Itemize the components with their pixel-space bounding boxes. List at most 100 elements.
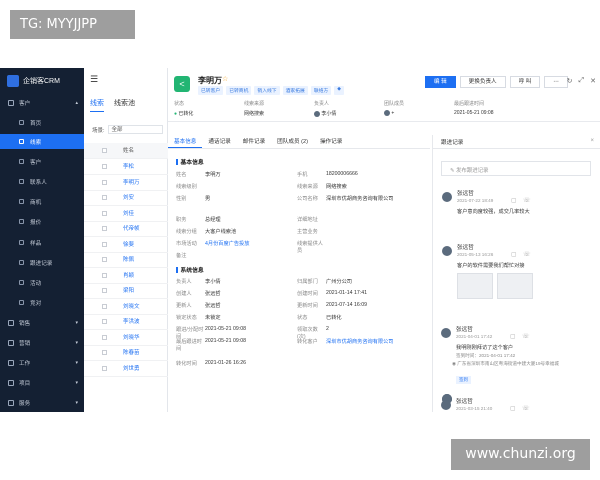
row-checkbox[interactable] — [102, 272, 107, 278]
table-row[interactable]: 陈佩 — [84, 252, 168, 268]
sidebar-item-customers[interactable]: 客户 — [0, 154, 84, 169]
field-row: 备注 — [176, 252, 426, 263]
field-value: 2021-05-21 09:08 — [205, 326, 246, 332]
table-row[interactable]: 刘安 — [84, 190, 168, 206]
row-checkbox[interactable] — [102, 365, 107, 371]
lead-name-link[interactable]: 陈春苗 — [123, 348, 140, 356]
tab-email-log[interactable]: 邮件记录 — [237, 135, 271, 148]
lead-name-link[interactable]: 刘佳 — [123, 209, 134, 217]
lead-name-link[interactable]: 刘世勇 — [123, 364, 140, 372]
phone-icon[interactable]: ☏ — [522, 405, 530, 412]
menu-toggle-icon[interactable]: ☰ — [90, 74, 98, 85]
tab-team-members[interactable]: 团队成员 (2) — [271, 135, 314, 148]
more-button[interactable]: ⋯ — [544, 76, 568, 88]
owner-name[interactable]: 李小倩 — [321, 111, 336, 117]
app-logo[interactable]: 企销客CRM — [7, 74, 82, 88]
phone-icon[interactable]: ☏ — [522, 333, 530, 340]
sidebar-group-sales[interactable]: 销售 ▾ — [0, 316, 84, 329]
sidebar-item-home[interactable]: 首页 — [0, 115, 84, 130]
table-row[interactable]: 刘晓华 — [84, 330, 168, 346]
row-checkbox[interactable] — [102, 334, 107, 340]
row-checkbox[interactable] — [102, 241, 107, 247]
call-button[interactable]: 呼 叫 — [509, 76, 541, 88]
scene-select[interactable]: 全部 — [107, 125, 163, 134]
lead-name-link[interactable]: 陈佩 — [123, 255, 134, 263]
tab-basic-info[interactable]: 基本信息 — [168, 135, 203, 148]
expand-icon[interactable]: ⤢ — [579, 77, 585, 85]
table-row[interactable]: 代帝帧 — [84, 221, 168, 237]
follow-up-input[interactable]: ✎ 发布跟进记录 — [441, 161, 591, 176]
row-checkbox[interactable] — [102, 349, 107, 355]
lead-name-link[interactable]: 刘安 — [123, 193, 134, 201]
row-checkbox[interactable] — [102, 163, 107, 169]
row-checkbox[interactable] — [102, 194, 107, 200]
tab-leads[interactable]: 线索 — [90, 98, 104, 112]
select-all-checkbox[interactable] — [102, 147, 107, 153]
chat-icon[interactable]: ▢ — [511, 197, 517, 204]
sidebar-group-work[interactable]: 工作 ▾ — [0, 356, 84, 369]
chat-icon[interactable]: ▢ — [511, 251, 517, 258]
sidebar-item-activities[interactable]: 活动 — [0, 275, 84, 290]
attachment-thumbnail[interactable] — [457, 273, 493, 299]
tab-operation-log[interactable]: 操作记录 — [314, 135, 348, 148]
close-icon[interactable]: ✕ — [590, 77, 596, 85]
sidebar-group-project[interactable]: 项目 ▾ — [0, 376, 84, 389]
sidebar-group-customer[interactable]: 客户 ▴ — [0, 96, 84, 109]
table-row[interactable]: 肖颖 — [84, 268, 168, 284]
lead-name-link[interactable]: 李松 — [123, 162, 134, 170]
sidebar-item-followups[interactable]: 跟进记录 — [0, 255, 84, 270]
lead-name-link[interactable]: 梁阳 — [123, 286, 134, 294]
sidebar-group-service[interactable]: 服务 ▾ — [0, 396, 84, 409]
row-checkbox[interactable] — [102, 303, 107, 309]
row-checkbox[interactable] — [102, 318, 107, 324]
work-icon — [8, 359, 14, 366]
sidebar-item-quotes[interactable]: 报价 — [0, 214, 84, 229]
sidebar-item-contacts[interactable]: 联系人 — [0, 174, 84, 189]
sidebar-group-marketing[interactable]: 营销 ▾ — [0, 336, 84, 349]
tag-icon[interactable]: ◆ — [334, 86, 344, 95]
lead-name-link[interactable]: 李明万 — [123, 178, 140, 186]
table-row[interactable]: 刘世勇 — [84, 361, 168, 377]
table-row[interactable]: 梁阳 — [84, 283, 168, 299]
lead-name-link[interactable]: 刘晓华 — [123, 333, 140, 341]
tab-lead-pool[interactable]: 线索池 — [114, 98, 135, 112]
lead-name-link[interactable]: 肖颖 — [123, 271, 134, 279]
lead-name-link[interactable]: 徐斐 — [123, 240, 134, 248]
table-row[interactable]: 徐斐 — [84, 237, 168, 253]
tab-call-log[interactable]: 通话记录 — [202, 135, 236, 148]
phone-icon[interactable]: ☏ — [523, 197, 531, 204]
refresh-icon[interactable]: ↻ — [567, 77, 573, 85]
table-row[interactable]: 刘佳 — [84, 206, 168, 222]
table-row[interactable]: 刘晓文 — [84, 299, 168, 315]
chat-icon[interactable]: ▢ — [510, 405, 516, 412]
field-label: 更新人 — [176, 303, 192, 309]
sidebar-item-opportunities[interactable]: 商机 — [0, 194, 84, 209]
chat-icon[interactable]: ▢ — [510, 333, 516, 340]
close-icon[interactable]: × — [590, 138, 594, 144]
table-row[interactable]: 李松 — [84, 159, 168, 175]
meta-label: 负责人 — [314, 101, 330, 107]
sidebar-item-leads[interactable]: 线索 — [0, 134, 84, 149]
row-checkbox[interactable] — [102, 225, 107, 231]
phone-icon[interactable]: ☏ — [523, 251, 531, 258]
attachment-thumbnail[interactable] — [497, 273, 533, 299]
sidebar-item-competitors[interactable]: 竞对 — [0, 295, 84, 310]
converted-customer-link[interactable]: 深圳市优胡商务咨询有限公司 — [326, 338, 418, 345]
change-owner-button[interactable]: 更换负责人 — [459, 76, 506, 88]
sidebar-item-samples[interactable]: 样品 — [0, 235, 84, 250]
table-row[interactable]: 陈春苗 — [84, 345, 168, 361]
row-checkbox[interactable] — [102, 256, 107, 262]
row-checkbox[interactable] — [102, 287, 107, 293]
table-row[interactable]: 李明万 — [84, 175, 168, 191]
star-icon[interactable]: ☆ — [222, 75, 228, 83]
row-checkbox[interactable] — [102, 210, 107, 216]
row-checkbox[interactable] — [102, 179, 107, 185]
add-member-button[interactable]: + — [391, 110, 394, 116]
edit-button[interactable]: 编 辑 — [424, 76, 456, 88]
table-row[interactable]: 李洪波 — [84, 314, 168, 330]
lead-name-link[interactable]: 李洪波 — [123, 317, 140, 325]
lead-name-link[interactable]: 刘晓文 — [123, 302, 140, 310]
lead-name-link[interactable]: 代帝帧 — [123, 224, 140, 232]
location-icon: ◉ — [452, 361, 457, 366]
campaign-link[interactable]: 4月份百度广告投放 — [205, 240, 297, 247]
